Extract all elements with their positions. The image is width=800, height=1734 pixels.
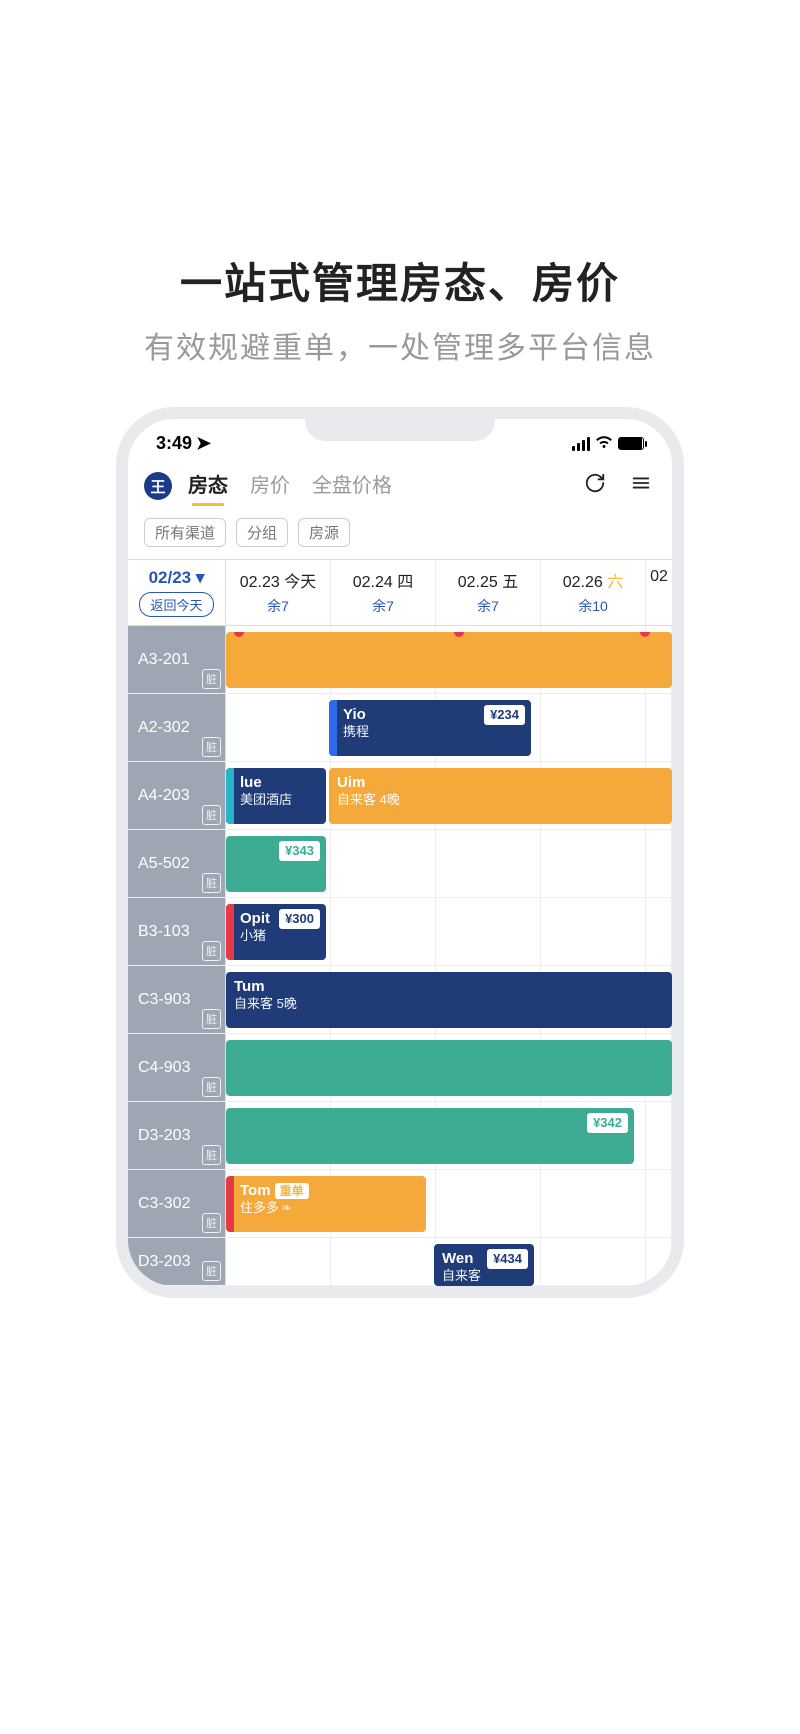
- dirty-badge: 脏: [202, 1077, 221, 1097]
- dirty-badge: 脏: [202, 1261, 221, 1281]
- booking-block[interactable]: Uim 自来客 4晚: [329, 768, 672, 824]
- return-today-button[interactable]: 返回今天: [139, 592, 213, 617]
- price-tag: ¥343: [279, 841, 320, 861]
- booking-block[interactable]: ¥342: [226, 1108, 634, 1164]
- room-label[interactable]: C3-302 脏: [128, 1170, 226, 1237]
- alert-icon: [234, 632, 244, 637]
- day-header[interactable]: 02.24 四 余7: [331, 560, 436, 625]
- dirty-badge: 脏: [202, 1213, 221, 1233]
- marketing-heading: 一站式管理房态、房价 有效规避重单，一处管理多平台信息: [0, 250, 800, 367]
- dirty-badge: 脏: [202, 941, 221, 961]
- dirty-badge: 脏: [202, 669, 221, 689]
- day-header[interactable]: 02.25 五 余7: [436, 560, 541, 625]
- booking-block[interactable]: Tom重单 住多多❧ 重单: [226, 1176, 426, 1232]
- location-icon: ➤: [196, 433, 211, 454]
- day-header[interactable]: 02.26 六 余10: [541, 560, 646, 625]
- filter-group[interactable]: 分组: [236, 518, 288, 547]
- dirty-badge: 脏: [202, 1009, 221, 1029]
- duplicate-badge: 重单: [275, 1183, 309, 1199]
- phone-notch: [305, 417, 495, 441]
- booking-block[interactable]: Yio 携程 ¥234: [329, 700, 531, 756]
- booking-block[interactable]: lue 美团酒店: [226, 768, 326, 824]
- leaf-icon: ❧: [281, 1200, 292, 1215]
- status-time: 3:49: [156, 433, 192, 454]
- heading-title: 一站式管理房态、房价: [0, 250, 800, 311]
- heading-subtitle: 有效规避重单，一处管理多平台信息: [0, 323, 800, 367]
- tab-all-price[interactable]: 全盘价格: [312, 469, 392, 504]
- room-label[interactable]: D3-203 脏: [128, 1238, 226, 1285]
- price-tag: ¥342: [587, 1113, 628, 1133]
- filter-channel[interactable]: 所有渠道: [144, 518, 226, 547]
- filter-source[interactable]: 房源: [298, 518, 350, 547]
- menu-icon[interactable]: [626, 468, 656, 504]
- signal-icon: [572, 437, 590, 451]
- phone-frame: 3:49 ➤ 王 房态 房价 全盘价格: [116, 407, 684, 1298]
- dirty-badge: 脏: [202, 805, 221, 825]
- alert-icon: [640, 632, 650, 637]
- booking-block[interactable]: ¥343: [226, 836, 326, 892]
- price-tag: ¥434: [487, 1249, 528, 1269]
- room-label[interactable]: B3-103 脏: [128, 898, 226, 965]
- day-header[interactable]: 02: [646, 560, 672, 625]
- booking-block[interactable]: Tum 自来客 5晚: [226, 972, 672, 1028]
- dirty-badge: 脏: [202, 737, 221, 757]
- room-label[interactable]: A3-201 脏: [128, 626, 226, 693]
- date-selector[interactable]: 02/23 ▾: [149, 568, 205, 588]
- room-label[interactable]: A5-502 脏: [128, 830, 226, 897]
- price-tag: ¥300: [279, 909, 320, 929]
- booking-block[interactable]: Wen 自来客 ¥434: [434, 1244, 534, 1286]
- booking-block[interactable]: [226, 632, 672, 688]
- room-label[interactable]: C4-903 脏: [128, 1034, 226, 1101]
- battery-icon: [618, 437, 644, 450]
- price-tag: ¥234: [484, 705, 525, 725]
- dirty-badge: 脏: [202, 873, 221, 893]
- booking-block[interactable]: Opit 小猪 ¥300: [226, 904, 326, 960]
- user-avatar[interactable]: 王: [144, 472, 172, 500]
- wifi-icon: [595, 435, 613, 453]
- tab-room-status[interactable]: 房态: [188, 469, 228, 504]
- room-label[interactable]: A4-203 脏: [128, 762, 226, 829]
- main-tabs: 房态 房价 全盘价格: [188, 469, 392, 504]
- alert-icon: [454, 632, 464, 637]
- room-label[interactable]: A2-302 脏: [128, 694, 226, 761]
- room-label[interactable]: D3-203 脏: [128, 1102, 226, 1169]
- refresh-icon[interactable]: [580, 468, 610, 504]
- tab-room-price[interactable]: 房价: [250, 469, 290, 504]
- dirty-badge: 脏: [202, 1145, 221, 1165]
- booking-block[interactable]: [226, 1040, 672, 1096]
- day-header[interactable]: 02.23 今天 余7: [226, 560, 331, 625]
- room-label[interactable]: C3-903 脏: [128, 966, 226, 1033]
